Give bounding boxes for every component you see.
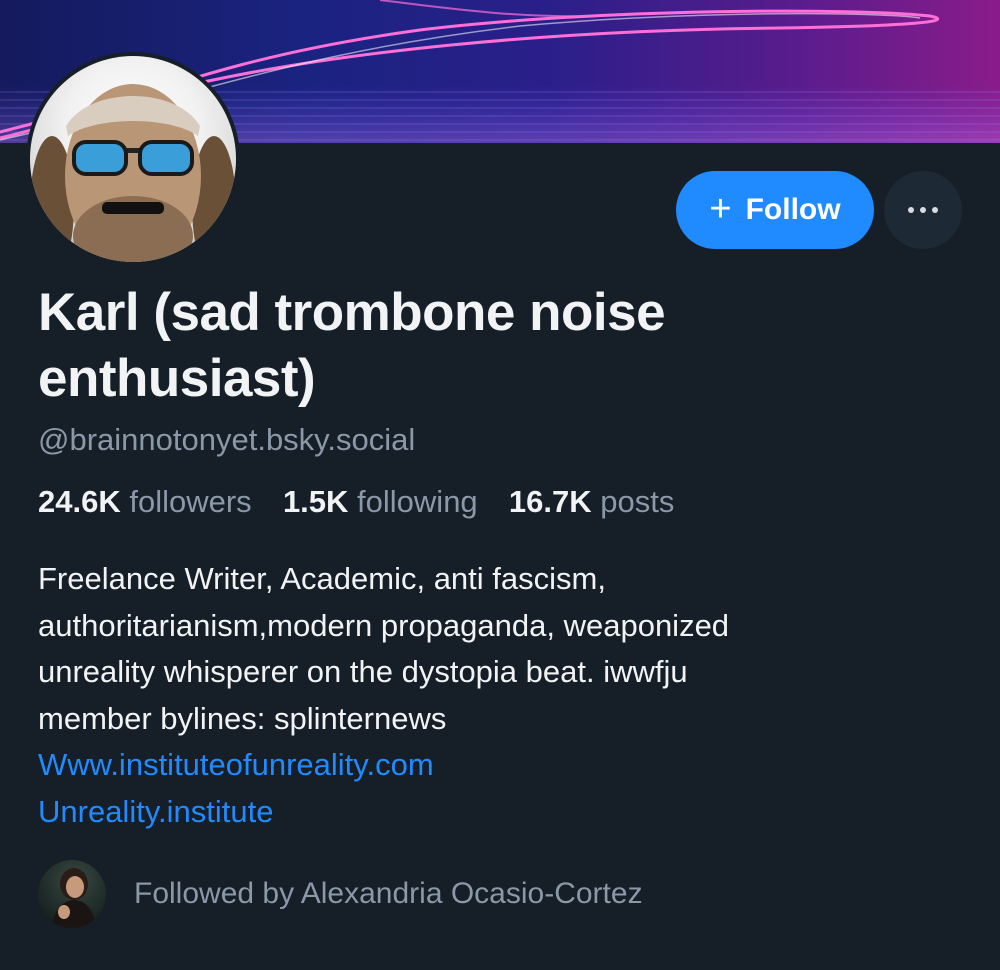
profile-handle: @brainnotonyet.bsky.social (38, 422, 416, 457)
follow-button[interactable]: + Follow (676, 171, 874, 249)
profile-bio: Freelance Writer, Academic, anti fascism… (38, 556, 938, 835)
posts-stat: 16.7K posts (509, 484, 674, 519)
posts-label: posts (600, 484, 675, 519)
followed-by-row[interactable]: Followed by Alexandria Ocasio-Cortez (38, 860, 643, 928)
following-stat[interactable]: 1.5K following (283, 484, 486, 519)
posts-count: 16.7K (508, 484, 592, 519)
more-options-button[interactable] (884, 171, 962, 249)
display-name: Karl (sad trombone noise enthusiast) (38, 283, 666, 408)
avatar-photo (30, 56, 236, 262)
profile-stats: 24.6K followers 1.5K following 16.7K pos… (38, 482, 674, 522)
followers-count: 24.6K (38, 484, 121, 519)
bio-link-institute-of-unreality[interactable]: Www.instituteofunreality.com (38, 742, 938, 789)
following-label: following (357, 484, 478, 519)
bio-line: Freelance Writer, Academic, anti fascism… (38, 561, 606, 596)
followers-stat[interactable]: 24.6K followers (38, 484, 260, 519)
followers-label: followers (129, 484, 252, 519)
followed-by-text: Followed by Alexandria Ocasio-Cortez (134, 877, 643, 910)
follower-avatar-art (52, 868, 96, 928)
bio-line: unreality whisperer on the dystopia beat… (38, 654, 688, 689)
plus-icon: + (709, 187, 732, 230)
bio-line: member bylines: splinternews (38, 700, 447, 736)
following-count: 1.5K (282, 484, 349, 519)
profile-avatar[interactable] (26, 52, 240, 266)
ellipsis-icon (908, 207, 938, 213)
profile-page: + Follow Karl (sad trombone noise enthus… (0, 0, 1000, 970)
follower-avatar[interactable] (38, 860, 106, 928)
avatar-face-art (30, 84, 236, 262)
follow-label: Follow (745, 193, 841, 226)
bio-line: authoritarianism,modern propaganda, weap… (38, 607, 730, 643)
bio-link-unreality-institute[interactable]: Unreality.institute (38, 789, 938, 836)
